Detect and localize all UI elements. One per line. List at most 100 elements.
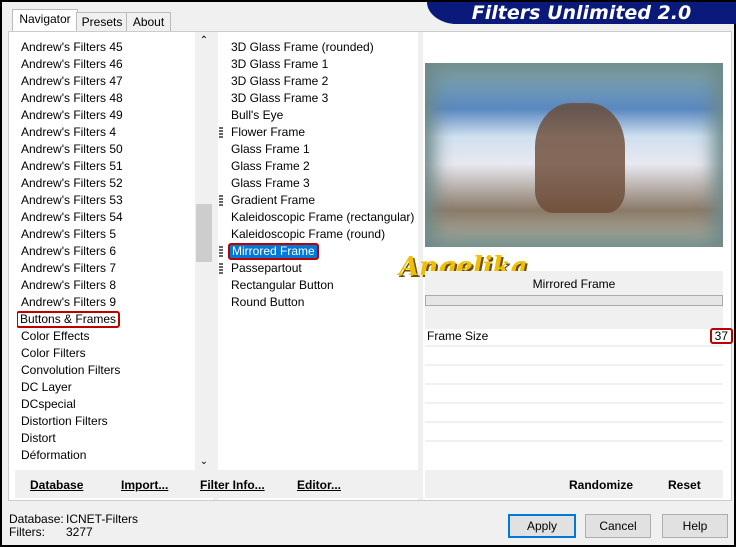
filter-item[interactable]: Mirrored Frame (219, 243, 417, 260)
filter-label: Passepartout (231, 261, 302, 275)
filter-label: 3D Glass Frame 2 (231, 74, 329, 88)
category-list[interactable]: Andrew's Filters 45 Andrew's Filters 46 An… (17, 39, 193, 470)
category-item[interactable]: Andrew's Filters 5 (17, 226, 193, 243)
category-item[interactable]: Andrew's Filters 4 (17, 124, 193, 141)
category-label: Distort (21, 431, 56, 445)
grip-icon (219, 195, 223, 206)
category-item[interactable]: Andrew's Filters 54 (17, 209, 193, 226)
filter-item[interactable]: 3D Glass Frame 1 (227, 56, 417, 73)
editor-button[interactable]: Editor... (297, 478, 341, 492)
category-item[interactable]: Buttons & Frames (17, 311, 193, 328)
apply-button[interactable]: Apply (508, 514, 576, 538)
param-frame-size[interactable]: Frame Size 37 (425, 328, 733, 347)
category-label: Andrew's Filters 48 (21, 91, 123, 105)
filter-label: Rectangular Button (231, 278, 334, 292)
status-info: Database: ICNET-Filters Filters: 3277 (9, 513, 138, 539)
category-item[interactable]: Andrew's Filters 50 (17, 141, 193, 158)
category-item[interactable]: Color Filters (17, 345, 193, 362)
filter-label: Flower Frame (231, 125, 306, 139)
filter-label: Glass Frame 3 (231, 176, 310, 190)
category-label: Andrew's Filters 5 (21, 227, 116, 241)
filter-item[interactable]: Glass Frame 3 (227, 175, 417, 192)
filter-item[interactable]: Gradient Frame (219, 192, 417, 209)
category-label: Distortion Filters (21, 414, 108, 428)
filter-item[interactable]: Bull's Eye (227, 107, 417, 124)
category-label: Andrew's Filters 54 (21, 210, 123, 224)
scroll-down-icon[interactable]: ⌄ (195, 456, 213, 467)
category-item[interactable]: Andrew's Filters 47 (17, 73, 193, 90)
category-item[interactable]: Andrew's Filters 49 (17, 107, 193, 124)
progress-bar (425, 295, 723, 306)
category-item[interactable]: Convolution Filters (17, 362, 193, 379)
filter-item[interactable]: 3D Glass Frame 2 (227, 73, 417, 90)
filter-info-button[interactable]: Filter Info... (200, 478, 265, 492)
filter-label: 3D Glass Frame 3 (231, 91, 329, 105)
category-item[interactable]: Déformation (17, 447, 193, 464)
category-label: Andrew's Filters 51 (21, 159, 123, 173)
category-item[interactable]: Andrew's Filters 7 (17, 260, 193, 277)
cancel-button[interactable]: Cancel (585, 514, 651, 538)
filter-item[interactable]: 3D Glass Frame (rounded) (227, 39, 417, 56)
filter-label: Glass Frame 1 (231, 142, 310, 156)
filter-label: Glass Frame 2 (231, 159, 310, 173)
filter-label: Bull's Eye (231, 108, 284, 122)
filter-item[interactable]: 3D Glass Frame 3 (227, 90, 417, 107)
category-label: Andrew's Filters 4 (21, 125, 116, 139)
tab-presets[interactable]: Presets (76, 12, 128, 32)
filters-label: Filters: (9, 525, 45, 539)
category-item[interactable]: Distort (17, 430, 193, 447)
category-item[interactable]: Andrew's Filters 45 (17, 39, 193, 56)
category-label: Andrew's Filters 8 (21, 278, 116, 292)
filter-item[interactable]: Kaleidoscopic Frame (round) (227, 226, 417, 243)
filter-item[interactable]: Flower Frame (219, 124, 417, 141)
filter-item[interactable]: Glass Frame 1 (227, 141, 417, 158)
randomize-button[interactable]: Randomize (569, 478, 633, 492)
filter-label: Round Button (231, 295, 305, 309)
database-button[interactable]: Database (30, 478, 83, 492)
filter-item[interactable]: Round Button (227, 294, 417, 311)
category-item[interactable]: DC Layer (17, 379, 193, 396)
help-button[interactable]: Help (662, 514, 728, 538)
category-item[interactable]: Andrew's Filters 52 (17, 175, 193, 192)
category-item[interactable]: Andrew's Filters 51 (17, 158, 193, 175)
category-scrollbar[interactable]: ⌃ ⌄ (195, 32, 213, 470)
category-item[interactable]: Andrew's Filters 48 (17, 90, 193, 107)
filter-item[interactable]: Glass Frame 2 (227, 158, 417, 175)
grip-icon (219, 127, 223, 138)
scroll-thumb[interactable] (196, 204, 212, 262)
category-label: Buttons & Frames (17, 311, 121, 328)
category-item[interactable]: Andrew's Filters 8 (17, 277, 193, 294)
filter-label: 3D Glass Frame (rounded) (231, 40, 374, 54)
category-item[interactable]: Distortion Filters (17, 413, 193, 430)
tab-navigator[interactable]: Navigator (12, 9, 78, 32)
filter-label: Kaleidoscopic Frame (rectangular) (231, 210, 415, 224)
filter-item[interactable]: Rectangular Button (227, 277, 417, 294)
filter-item[interactable]: Kaleidoscopic Frame (rectangular) (227, 209, 417, 226)
category-label: Déformation (21, 448, 87, 462)
grip-icon (219, 246, 223, 257)
category-label: Color Filters (21, 346, 86, 360)
category-item[interactable]: Andrew's Filters 53 (17, 192, 193, 209)
category-label: Andrew's Filters 45 (21, 40, 123, 54)
filter-title: Mirrored Frame (532, 277, 616, 291)
filter-list[interactable]: 3D Glass Frame (rounded) 3D Glass Frame 1… (219, 39, 417, 311)
import-button[interactable]: Import... (121, 478, 168, 492)
category-label: DCspecial (21, 397, 76, 411)
category-item[interactable]: Andrew's Filters 9 (17, 294, 193, 311)
category-label: Andrew's Filters 49 (21, 108, 123, 122)
category-item[interactable]: Andrew's Filters 6 (17, 243, 193, 260)
scroll-up-icon[interactable]: ⌃ (195, 35, 213, 46)
filter-item[interactable]: Passepartout (219, 260, 417, 277)
category-label: Andrew's Filters 7 (21, 261, 116, 275)
tab-about[interactable]: About (126, 12, 171, 32)
filter-label: Gradient Frame (231, 193, 316, 207)
param-label: Frame Size (427, 329, 489, 343)
reset-button[interactable]: Reset (668, 478, 701, 492)
category-label: Andrew's Filters 47 (21, 74, 123, 88)
category-label: Andrew's Filters 50 (21, 142, 123, 156)
category-item[interactable]: Andrew's Filters 46 (17, 56, 193, 73)
filter-title-panel: Mirrored Frame (425, 271, 723, 329)
category-item[interactable]: DCspecial (17, 396, 193, 413)
category-item[interactable]: Color Effects (17, 328, 193, 345)
param-value[interactable]: 37 (709, 328, 733, 344)
